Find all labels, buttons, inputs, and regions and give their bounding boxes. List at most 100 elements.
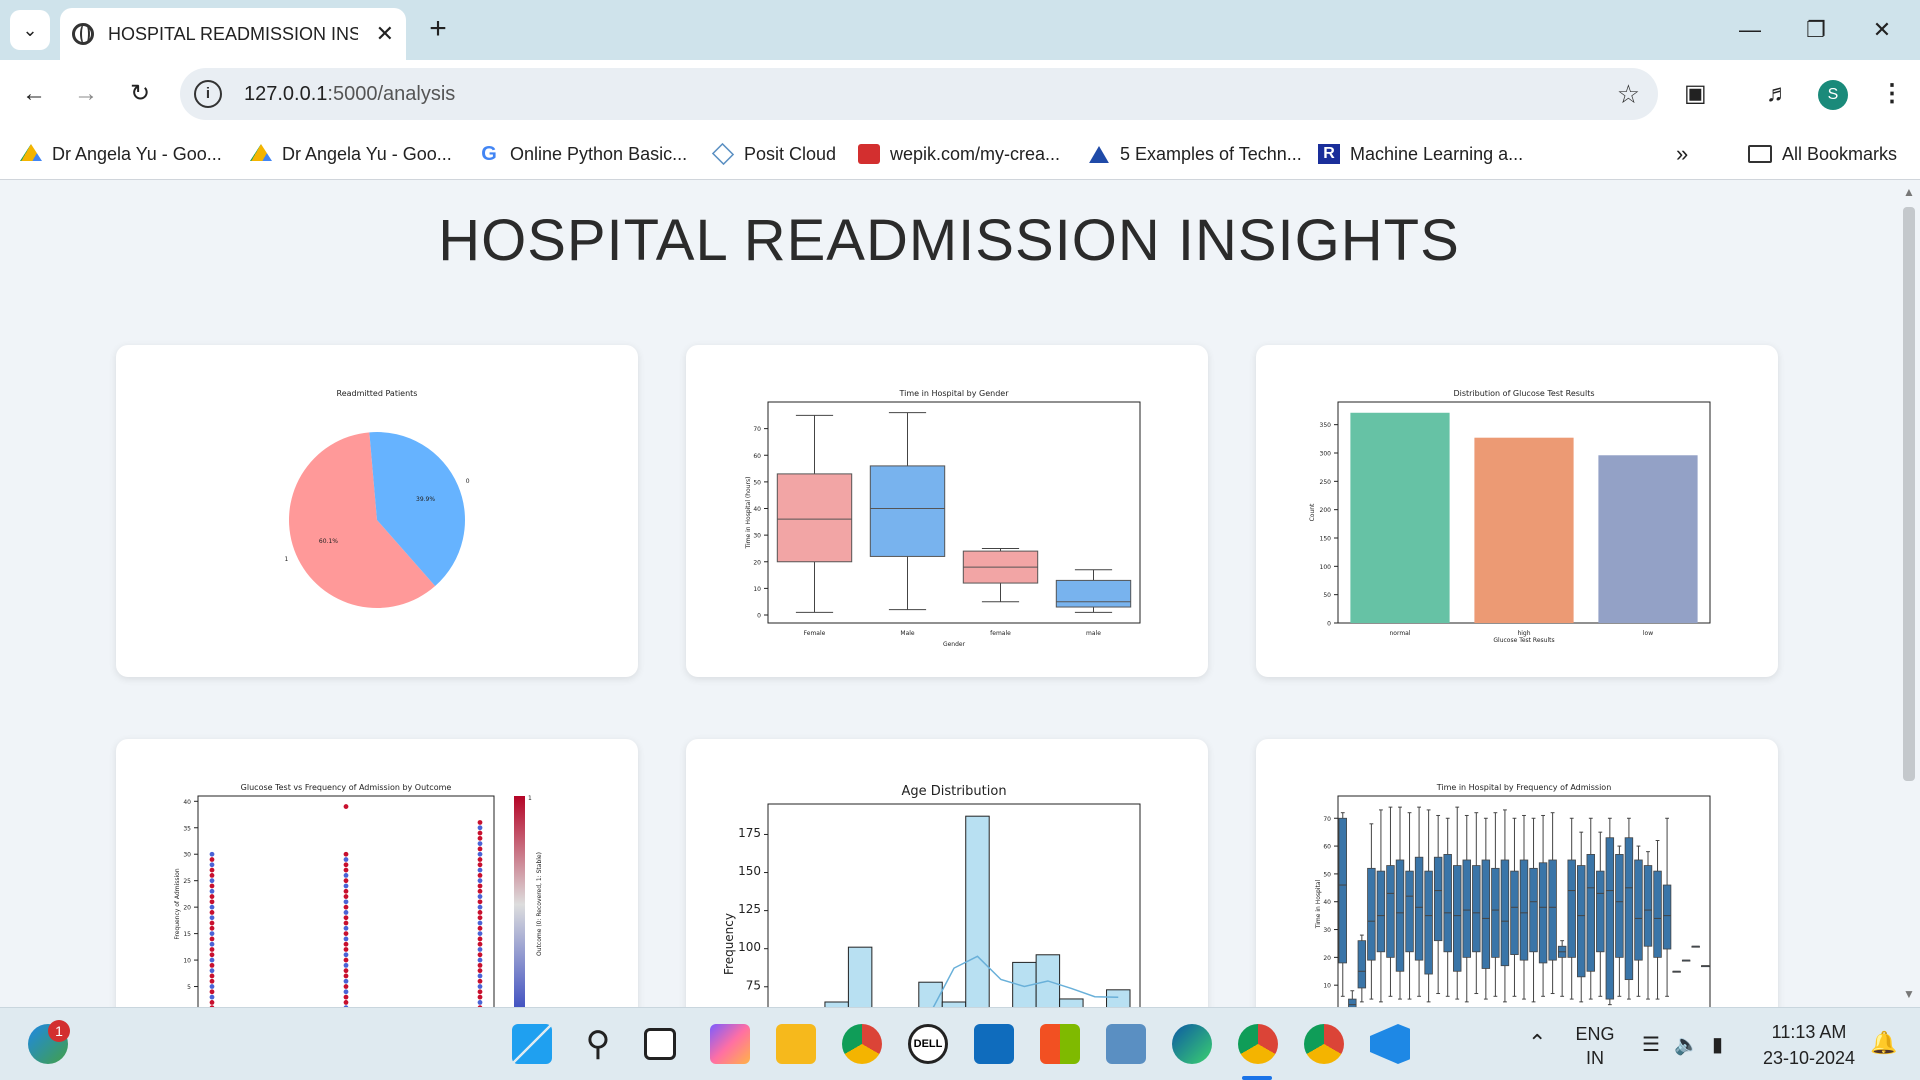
scatter-point: [343, 941, 349, 947]
search-icon[interactable]: ⚲: [578, 1024, 618, 1064]
scatter-point: [209, 920, 215, 926]
google-drive-icon: [20, 144, 42, 161]
extensions-icon[interactable]: ▣: [1684, 74, 1707, 114]
scatter-point: [477, 931, 483, 937]
box-plot-gender: Time in Hospital by Gender 0 10 20 30 40 50 60 7…: [745, 389, 1141, 648]
active-tab[interactable]: HOSPITAL READMISSION INSIG ✕: [60, 8, 406, 60]
posit-icon: [711, 142, 735, 166]
chart-card-frequency: Time in Hospital by Frequency of Admissi…: [1256, 739, 1778, 1007]
bookmark-item[interactable]: 5 Examples of Techn...: [1088, 128, 1302, 180]
clock-date[interactable]: 23-10-2024: [1754, 1048, 1864, 1069]
page-scrollbar[interactable]: ▲ ▼: [1898, 181, 1920, 1007]
box-body: [1472, 865, 1481, 953]
task-view-icon[interactable]: [644, 1028, 676, 1060]
bookmark-item[interactable]: wepik.com/my-crea...: [858, 128, 1060, 180]
chrome-profile-s-icon[interactable]: [1238, 1024, 1278, 1064]
profile-avatar[interactable]: S: [1818, 80, 1848, 110]
scatter-point: [477, 899, 483, 905]
volume-icon[interactable]: 🔈: [1674, 1032, 1699, 1057]
notification-bell-icon[interactable]: 🔔: [1870, 1030, 1897, 1056]
language-code[interactable]: ENG: [1570, 1024, 1620, 1045]
bookmark-item[interactable]: Dr Angela Yu - Goo...: [20, 128, 222, 180]
box-body: [1405, 870, 1414, 953]
box-body: [1055, 579, 1132, 608]
microsoft-store-icon[interactable]: [1040, 1024, 1080, 1064]
scatter-point: [343, 904, 349, 910]
bookmark-item[interactable]: Posit Cloud: [711, 128, 836, 180]
bookmark-item[interactable]: R Machine Learning a...: [1318, 128, 1523, 180]
back-button[interactable]: ←: [14, 74, 54, 114]
tab-search-button[interactable]: ⌄: [10, 10, 50, 50]
scatter-point: [343, 947, 349, 952]
scatter-point: [209, 872, 215, 878]
chart-title: Age Distribution: [901, 784, 1006, 799]
box-body: [1491, 867, 1500, 958]
close-tab-icon[interactable]: ✕: [376, 21, 394, 47]
bookmark-item[interactable]: G Online Python Basic...: [478, 128, 687, 180]
control-panel-icon[interactable]: [1106, 1024, 1146, 1064]
bar: [1598, 455, 1698, 623]
address-bar[interactable]: i 127.0.0.1:5000/analysis ☆: [180, 68, 1658, 120]
chrome-icon[interactable]: [842, 1024, 882, 1064]
edge-icon[interactable]: [1172, 1024, 1212, 1064]
histogram-bar: [965, 815, 990, 1007]
minimize-button[interactable]: —: [1720, 10, 1780, 50]
scatter-point: [209, 968, 215, 974]
battery-icon[interactable]: ▮: [1712, 1032, 1723, 1057]
y-tick-label: 20: [183, 905, 191, 912]
plot-frame: [767, 803, 1141, 1007]
box-body: [1529, 867, 1538, 953]
x-tick-label: low: [1643, 630, 1653, 637]
scroll-thumb[interactable]: [1903, 207, 1915, 781]
dell-icon[interactable]: DELL: [908, 1024, 948, 1064]
scatter-point: [477, 915, 483, 921]
box-body: [1634, 859, 1643, 961]
scatter-point: [343, 973, 349, 979]
more-bookmarks-icon[interactable]: »: [1676, 128, 1688, 180]
menu-dots-icon[interactable]: ⋮: [1880, 74, 1904, 114]
outlook-icon[interactable]: [974, 1024, 1014, 1064]
scatter-point: [343, 867, 349, 873]
r-icon: R: [1318, 144, 1340, 164]
bookmark-star-icon[interactable]: ☆: [1617, 79, 1640, 110]
folder-icon: [1748, 145, 1772, 163]
site-info-icon[interactable]: i: [194, 80, 222, 108]
all-bookmarks-button[interactable]: All Bookmarks: [1748, 128, 1897, 180]
scroll-up-arrow-icon[interactable]: ▲: [1898, 185, 1920, 199]
forward-button[interactable]: →: [66, 74, 106, 114]
restore-button[interactable]: ❐: [1786, 10, 1846, 50]
bookmark-item[interactable]: Dr Angela Yu - Goo...: [250, 128, 452, 180]
y-tick-label: 70: [753, 426, 761, 433]
new-tab-button[interactable]: +: [420, 12, 456, 48]
page-content: HOSPITAL READMISSION INSIGHTS Readmitted…: [0, 181, 1898, 1007]
scatter-point: [477, 968, 483, 974]
chevron-up-icon[interactable]: ⌃: [1528, 1030, 1546, 1056]
scatter-point: [477, 957, 483, 963]
y-tick-label: 0: [1327, 621, 1331, 628]
chrome-profile-t-icon[interactable]: [1304, 1024, 1344, 1064]
y-tick-label: 25: [183, 878, 191, 885]
scatter-point: [477, 925, 483, 931]
wifi-icon[interactable]: ☰: [1642, 1032, 1660, 1057]
scroll-down-arrow-icon[interactable]: ▼: [1898, 987, 1920, 1001]
windows-start-icon[interactable]: [512, 1024, 552, 1064]
file-explorer-icon[interactable]: [776, 1024, 816, 1064]
clock-time[interactable]: 11:13 AM: [1754, 1022, 1864, 1043]
scatter-point: [477, 878, 483, 884]
vscode-icon[interactable]: [1370, 1024, 1410, 1064]
scatter-point: [209, 994, 215, 1000]
y-tick-label: 50: [1323, 592, 1331, 599]
box-plot-frequency: Time in Hospital by Frequency of Admissi…: [1315, 783, 1711, 1007]
wepik-icon: [858, 144, 880, 164]
media-control-icon[interactable]: ♬: [1766, 74, 1790, 114]
y-tick-label: 40: [183, 799, 191, 806]
scatter-point: [209, 878, 215, 884]
close-window-button[interactable]: ✕: [1852, 10, 1912, 50]
scatter-point: [209, 910, 215, 915]
copilot-icon[interactable]: [710, 1024, 750, 1064]
reload-button[interactable]: ↻: [120, 74, 160, 114]
scatter-point: [477, 978, 483, 984]
box-body: [1367, 867, 1376, 961]
x-tick-label: Male: [900, 630, 915, 637]
language-region[interactable]: IN: [1570, 1048, 1620, 1069]
